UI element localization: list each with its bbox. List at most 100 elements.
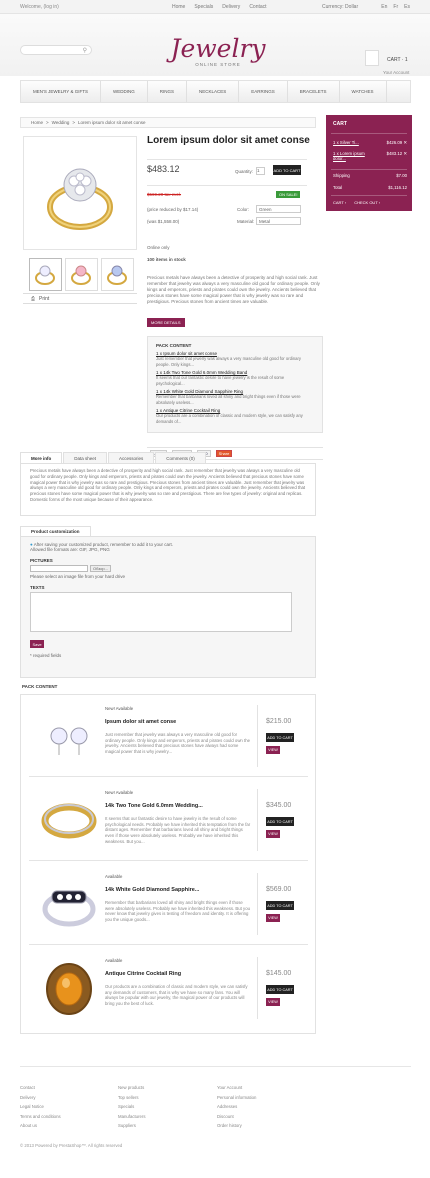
- sapphire-ring-image[interactable]: [34, 873, 104, 935]
- list-item: Available 14k White Gold Diamond Sapphir…: [29, 863, 308, 945]
- footer-link[interactable]: Legal Notice: [20, 1102, 61, 1112]
- wedding-band-image[interactable]: [34, 789, 104, 851]
- main-nav: MEN'S JEWELRY & GIFTS WEDDING RINGS NECK…: [20, 80, 411, 103]
- add-to-cart-button[interactable]: ADD TO CART: [266, 985, 294, 994]
- option1-label: Color:: [237, 207, 250, 212]
- quantity-input[interactable]: 1: [256, 167, 266, 175]
- currency-select[interactable]: Currency: Dollar: [322, 4, 358, 10]
- tab-comments[interactable]: Comments (0): [155, 452, 206, 463]
- nav-wedding[interactable]: WEDDING: [101, 81, 148, 102]
- crumb-wedding[interactable]: Wedding: [52, 120, 70, 125]
- thumbnail-2[interactable]: [65, 258, 98, 291]
- header: ⚲ Jewelry ONLINE STORE CART · 1 Your Acc…: [0, 14, 430, 76]
- cart-item-name[interactable]: 1 x Lorem ipsum dolor...: [333, 151, 369, 161]
- reduction-text: (price reduced by $17.14): [147, 207, 199, 212]
- lang-es[interactable]: Es: [404, 4, 410, 10]
- color-select[interactable]: Green: [256, 205, 301, 213]
- add-to-cart-button[interactable]: ADD TO CART: [266, 817, 294, 826]
- add-to-cart-button[interactable]: ADD TO CART: [266, 733, 294, 742]
- availability-flags: Available: [105, 958, 123, 963]
- footer-col-account: Your Account Personal information Addres…: [217, 1083, 256, 1131]
- footer-link[interactable]: Delivery: [20, 1093, 61, 1103]
- nav-necklaces[interactable]: NECKLACES: [187, 81, 240, 102]
- product-name-link[interactable]: Antique Citrine Cocktail Ring: [105, 971, 181, 977]
- file-hint: Please select an image file from your ha…: [30, 574, 126, 579]
- tab-more-info[interactable]: More info: [20, 452, 63, 463]
- product-description: Remember that barbarians loved all shiny…: [105, 900, 250, 923]
- add-to-cart-button[interactable]: ADD TO CART: [273, 165, 301, 175]
- link-specials[interactable]: Specials: [194, 4, 213, 10]
- footer-link[interactable]: Personal information: [217, 1093, 256, 1103]
- short-description: Precious metals have always been a detec…: [147, 275, 320, 304]
- file-input[interactable]: [30, 565, 88, 572]
- print-link[interactable]: ⎙ Print: [23, 293, 137, 304]
- cart-item-name[interactable]: 1 x Silver Ti...: [333, 140, 359, 146]
- footer-link[interactable]: Top sellers: [118, 1093, 145, 1103]
- nav-earrings[interactable]: EARRINGS: [239, 81, 288, 102]
- list-item: New! Available Ipsum dolor sit amet cons…: [29, 695, 308, 777]
- footer-link[interactable]: Order history: [217, 1121, 256, 1131]
- more-details-button[interactable]: MORE DETAILS: [147, 318, 185, 327]
- footer-link[interactable]: Specials: [118, 1102, 145, 1112]
- customization-tab: Product customization: [20, 526, 91, 536]
- view-button[interactable]: VIEW: [266, 746, 280, 754]
- logo[interactable]: Jewelry ONLINE STORE: [168, 36, 268, 67]
- product-image[interactable]: [23, 136, 137, 250]
- product-description: Just remember that jewelry was always a …: [105, 732, 250, 755]
- nav-rings[interactable]: RINGS: [148, 81, 187, 102]
- lang-fr[interactable]: Fr: [393, 4, 398, 10]
- cart-button[interactable]: CART ›: [333, 200, 346, 205]
- lang-en[interactable]: En: [381, 4, 387, 10]
- view-button[interactable]: VIEW: [266, 998, 280, 1006]
- shopping-bag-icon: [365, 50, 379, 66]
- nav-bracelets[interactable]: BRACELETS: [288, 81, 340, 102]
- search-input[interactable]: ⚲: [20, 45, 92, 55]
- your-account-link[interactable]: Your Account: [383, 70, 409, 75]
- product-name-link[interactable]: Ipsum dolor sit amet conse: [105, 719, 176, 725]
- tab-accessories[interactable]: Accessories: [108, 452, 155, 463]
- remove-icon[interactable]: ✕: [403, 140, 407, 145]
- footer-link[interactable]: Contact: [20, 1083, 61, 1093]
- footer-link[interactable]: Discount: [217, 1112, 256, 1122]
- link-delivery[interactable]: Delivery: [222, 4, 240, 10]
- custom-text-area[interactable]: [30, 592, 292, 632]
- view-button[interactable]: VIEW: [266, 830, 280, 838]
- footer-link[interactable]: New products: [118, 1083, 145, 1093]
- remove-icon[interactable]: ✕: [403, 151, 407, 156]
- search-icon[interactable]: ⚲: [83, 47, 87, 54]
- total-value: $1,116.12: [388, 185, 407, 190]
- citrine-ring-image[interactable]: [34, 957, 104, 1019]
- tab-data-sheet[interactable]: Data sheet: [63, 452, 108, 463]
- checkout-button[interactable]: CHECK OUT ›: [354, 200, 380, 205]
- pack-box-item-text: Our products are a combination of classi…: [156, 413, 303, 424]
- thumbnail-strip: [29, 258, 134, 291]
- footer-link[interactable]: Your Account: [217, 1083, 256, 1093]
- save-button[interactable]: Save: [30, 640, 44, 648]
- material-select[interactable]: Metal: [256, 217, 301, 225]
- nav-watches[interactable]: WATCHES: [340, 81, 387, 102]
- divider: [257, 705, 258, 767]
- footer-link[interactable]: Suppliers: [118, 1121, 145, 1131]
- old-price: $569.20 tax excl.: [147, 192, 182, 197]
- footer-link[interactable]: About us: [20, 1121, 61, 1131]
- link-contact[interactable]: Contact: [249, 4, 266, 10]
- footer-link[interactable]: Manufacturers: [118, 1112, 145, 1122]
- divider: [147, 185, 307, 186]
- thumbnail-1[interactable]: [29, 258, 62, 291]
- footer-link[interactable]: Terms and conditions: [20, 1112, 61, 1122]
- divider: [147, 159, 307, 160]
- stud-earrings-image[interactable]: [34, 705, 104, 767]
- browse-button[interactable]: Обзор...: [90, 565, 111, 572]
- print-label: Print: [39, 295, 50, 302]
- product-price: $145.00: [266, 970, 292, 977]
- thumbnail-3[interactable]: [101, 258, 134, 291]
- add-to-cart-button[interactable]: ADD TO CART: [266, 901, 294, 910]
- product-name-link[interactable]: 14k Two Tone Gold 6.0mm Wedding...: [105, 803, 203, 809]
- file-upload: Обзор...: [30, 565, 306, 572]
- crumb-home[interactable]: Home: [31, 120, 43, 125]
- nav-mens-jewelry[interactable]: MEN'S JEWELRY & GIFTS: [21, 81, 101, 102]
- view-button[interactable]: VIEW: [266, 914, 280, 922]
- link-home[interactable]: Home: [172, 4, 185, 10]
- footer-link[interactable]: Addresses: [217, 1102, 256, 1112]
- product-name-link[interactable]: 14k White Gold Diamond Sapphire...: [105, 887, 199, 893]
